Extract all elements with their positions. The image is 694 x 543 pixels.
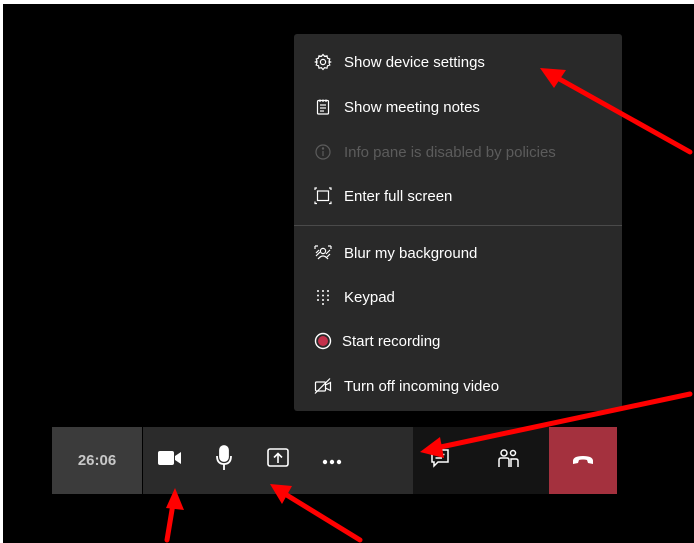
menu-item-enter-full-screen[interactable]: Enter full screen — [294, 177, 622, 217]
record-icon — [314, 332, 332, 350]
menu-item-label: Blur my background — [344, 245, 478, 262]
blur-background-icon — [314, 244, 332, 262]
menu-item-start-recording[interactable]: Start recording — [294, 322, 622, 362]
menu-item-label: Show meeting notes — [344, 99, 480, 116]
menu-item-label: Info pane is disabled by policies — [344, 144, 556, 161]
gear-icon — [314, 53, 332, 71]
menu-item-label: Turn off incoming video — [344, 378, 500, 395]
camera-icon — [158, 450, 182, 471]
call-timer: 26:06 — [52, 427, 142, 494]
fullscreen-icon — [314, 187, 332, 205]
share-screen-button[interactable] — [251, 427, 305, 494]
menu-item-label: Start recording — [342, 333, 441, 350]
more-options-icon — [322, 452, 342, 470]
keypad-icon — [314, 288, 332, 306]
hang-up-icon — [572, 452, 594, 470]
camera-button[interactable] — [143, 427, 197, 494]
microphone-button[interactable] — [197, 427, 251, 494]
menu-item-label: Show device settings — [344, 54, 485, 71]
notes-icon — [314, 98, 332, 116]
participants-button[interactable] — [467, 427, 549, 494]
video-off-icon — [314, 377, 332, 395]
chat-icon — [430, 448, 450, 473]
menu-item-show-meeting-notes[interactable]: Show meeting notes — [294, 88, 622, 128]
info-icon — [314, 143, 332, 161]
menu-item-turn-off-incoming-video[interactable]: Turn off incoming video — [294, 367, 622, 407]
menu-item-keypad[interactable]: Keypad — [294, 278, 622, 318]
hang-up-button[interactable] — [549, 427, 617, 494]
menu-divider — [294, 225, 622, 226]
participants-icon — [497, 448, 519, 473]
menu-item-label: Keypad — [344, 289, 395, 306]
more-options-menu: Show device settings Show meeting notes … — [294, 34, 622, 411]
menu-item-label: Enter full screen — [344, 188, 453, 205]
call-control-bar: 26:06 — [52, 427, 617, 494]
menu-item-blur-background[interactable]: Blur my background — [294, 234, 622, 274]
share-screen-icon — [267, 448, 289, 473]
more-options-button[interactable] — [305, 427, 359, 494]
microphone-icon — [215, 445, 233, 476]
menu-item-show-device-settings[interactable]: Show device settings — [294, 43, 622, 83]
menu-item-info-pane: Info pane is disabled by policies — [294, 133, 622, 173]
call-controls-group — [143, 427, 413, 494]
chat-button[interactable] — [413, 427, 467, 494]
